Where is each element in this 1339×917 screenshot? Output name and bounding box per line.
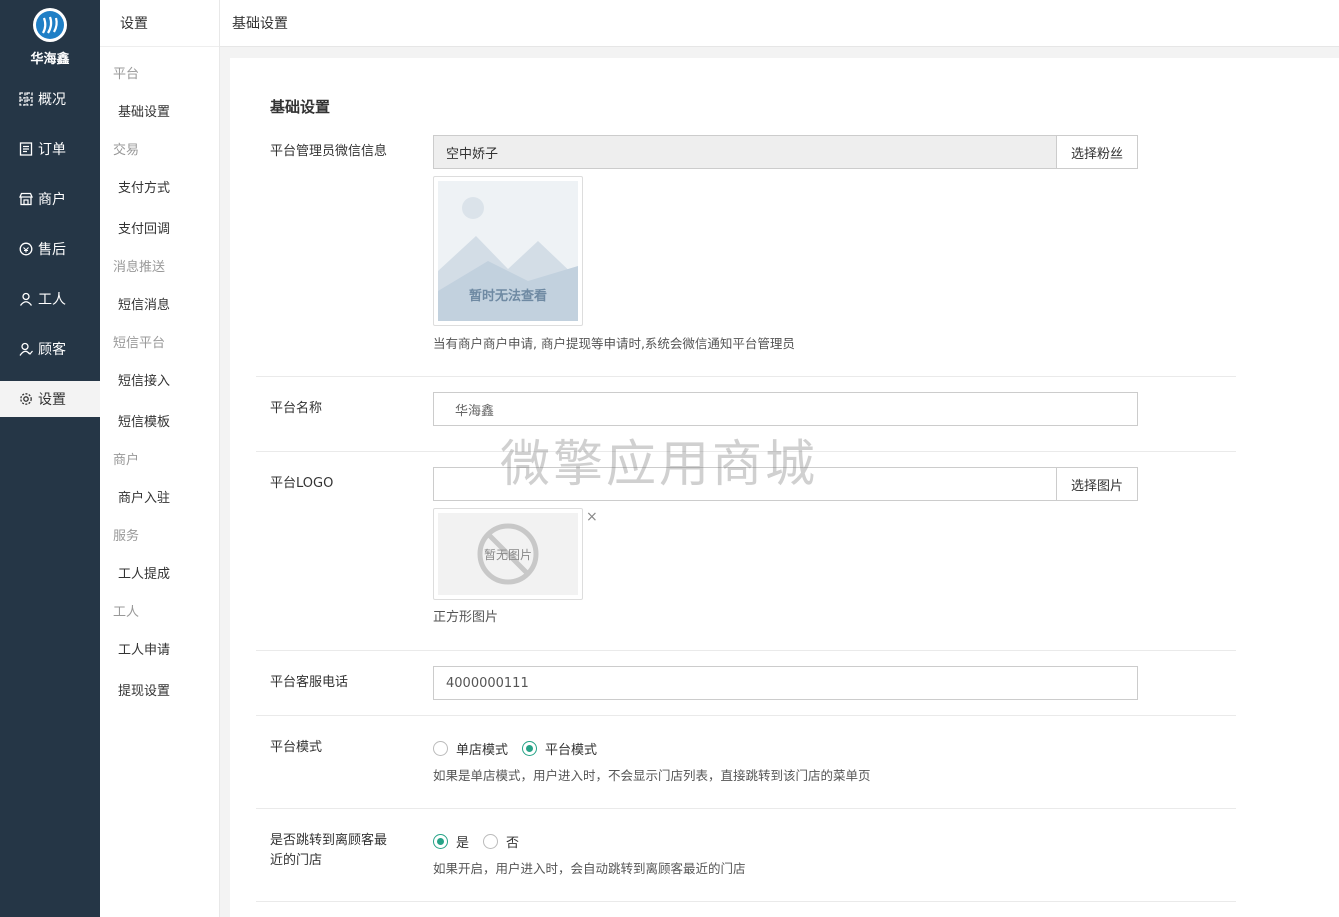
admin-wechat-label: 平台管理员微信信息 — [270, 144, 388, 159]
subnav-link-sms-access[interactable]: 短信接入 — [118, 370, 170, 389]
platform-mode-radio-group: 单店模式 平台模式 — [433, 739, 611, 758]
jump-nearest-label-line2: 近的门店 — [270, 853, 323, 868]
platform-name-label: 平台名称 — [270, 401, 323, 416]
nav-item-orders[interactable]: 订单 — [0, 131, 100, 167]
worker-icon — [19, 292, 33, 306]
radio-no[interactable] — [483, 834, 499, 849]
subnav-link-withdraw-settings[interactable]: 提现设置 — [118, 680, 170, 699]
nav-item-overview[interactable]: 概况 — [0, 81, 100, 117]
nav-item-label: 售后 — [38, 242, 66, 258]
jump-nearest-label-line1: 是否跳转到离顾客最 — [270, 833, 388, 848]
subnav-link-basic-settings[interactable]: 基础设置 — [118, 101, 170, 120]
subnav-title: 设置 — [100, 0, 219, 47]
admin-wechat-help: 当有商户商户申请, 商户提现等申请时,系统会微信通知平台管理员 — [433, 336, 795, 351]
platform-mode-label: 平台模式 — [270, 740, 323, 755]
divider — [256, 650, 1236, 651]
no-image-text: 暂无图片 — [483, 548, 532, 562]
subnav-link-payment-callback[interactable]: 支付回调 — [118, 218, 170, 237]
platform-logo-help: 正方形图片 — [433, 610, 499, 625]
customer-icon — [19, 342, 33, 356]
remove-image-icon[interactable]: × — [586, 509, 598, 525]
jump-nearest-radio-group: 是 否 — [433, 832, 533, 851]
store-icon — [19, 192, 33, 206]
no-image-placeholder: 暂无图片 — [438, 513, 578, 595]
service-phone-input[interactable]: 4000000111 — [433, 666, 1138, 700]
brand-name: 华海鑫 — [30, 52, 70, 67]
nav-item-label: 设置 — [38, 392, 66, 408]
subnav-group-message-push: 消息推送 — [113, 260, 166, 275]
radio-single-store[interactable] — [433, 741, 448, 756]
jump-nearest-label: 是否跳转到离顾客最 近的门店 — [270, 831, 387, 871]
nav-item-label: 顾客 — [38, 342, 66, 358]
subnav-link-sms-messages[interactable]: 短信消息 — [118, 294, 170, 313]
logo[interactable]: 华海鑫 — [0, 0, 100, 80]
page-header: 基础设置 — [220, 0, 1339, 47]
nav-item-label: 概况 — [38, 92, 66, 108]
divider — [256, 715, 1236, 716]
nav-item-settings[interactable]: 设置 — [0, 381, 100, 417]
admin-avatar-preview: 暂时无法查看 — [433, 176, 583, 326]
divider — [256, 901, 1236, 902]
service-phone-label: 平台客服电话 — [270, 675, 349, 690]
brand-logo-icon — [33, 8, 67, 42]
subnav-link-merchant-join[interactable]: 商户入驻 — [118, 487, 170, 506]
subnav-group-merchants: 商户 — [113, 453, 140, 468]
nav-item-merchants[interactable]: 商户 — [0, 181, 100, 217]
nav-item-label: 商户 — [38, 192, 66, 208]
nav-item-label: 订单 — [38, 142, 66, 158]
radio-platform-mode-label[interactable]: 平台模式 — [545, 739, 597, 758]
subnav-link-sms-templates[interactable]: 短信模板 — [118, 411, 170, 430]
placeholder-image: 暂时无法查看 — [438, 181, 578, 321]
logo-preview: 暂无图片 — [433, 508, 583, 600]
divider — [256, 376, 1236, 377]
jump-nearest-help: 如果开启，用户进入时，会自动跳转到离顾客最近的门店 — [433, 861, 746, 876]
divider — [256, 451, 1236, 452]
subnav-link-worker-application[interactable]: 工人申请 — [118, 639, 170, 658]
settings-subnav: 设置 平台 基础设置 交易 支付方式 支付回调 消息推送 短信消息 短信平台 短… — [100, 0, 220, 917]
admin-wechat-input[interactable]: 空中娇子 — [433, 135, 1057, 169]
subnav-group-trade: 交易 — [113, 143, 140, 158]
platform-logo-label: 平台LOGO — [270, 476, 334, 491]
radio-platform-mode[interactable] — [522, 741, 538, 756]
breadcrumb: 基础设置 — [232, 16, 288, 32]
subnav-group-platform: 平台 — [113, 67, 140, 82]
platform-mode-help: 如果是单店模式，用户进入时，不会显示门店列表，直接跳转到该门店的菜单页 — [433, 768, 871, 783]
after-sale-icon — [19, 242, 33, 256]
select-image-button[interactable]: 选择图片 — [1057, 467, 1138, 501]
order-icon — [19, 142, 33, 156]
main-sidebar: 华海鑫 概况 订单 商户 售后 工人 顾客 设置 — [0, 0, 100, 917]
platform-name-input[interactable]: 华海鑫 — [433, 392, 1138, 426]
divider — [256, 808, 1236, 809]
subnav-link-payment-methods[interactable]: 支付方式 — [118, 177, 170, 196]
radio-yes-label[interactable]: 是 — [456, 832, 469, 851]
nav-item-after-sale[interactable]: 售后 — [0, 231, 100, 267]
dashboard-icon — [19, 92, 33, 106]
radio-single-store-label[interactable]: 单店模式 — [456, 739, 508, 758]
section-title: 基础设置 — [270, 98, 331, 116]
platform-logo-input[interactable] — [433, 467, 1057, 501]
select-fans-button[interactable]: 选择粉丝 — [1057, 135, 1138, 169]
radio-yes[interactable] — [433, 834, 448, 849]
nav-item-label: 工人 — [38, 292, 66, 308]
subnav-group-sms-platform: 短信平台 — [113, 336, 166, 351]
nav-item-customers[interactable]: 顾客 — [0, 331, 100, 367]
subnav-group-service: 服务 — [113, 529, 140, 544]
radio-no-label[interactable]: 否 — [506, 832, 519, 851]
nav-item-workers[interactable]: 工人 — [0, 281, 100, 317]
image-unavailable-text: 暂时无法查看 — [468, 289, 547, 304]
subnav-link-worker-commission[interactable]: 工人提成 — [118, 563, 170, 582]
subnav-group-workers: 工人 — [113, 605, 140, 620]
gear-icon — [20, 393, 32, 405]
settings-form-panel: 基础设置 平台管理员微信信息 空中娇子 选择粉丝 暂时无法查看 当有商户商户申请… — [230, 58, 1339, 917]
